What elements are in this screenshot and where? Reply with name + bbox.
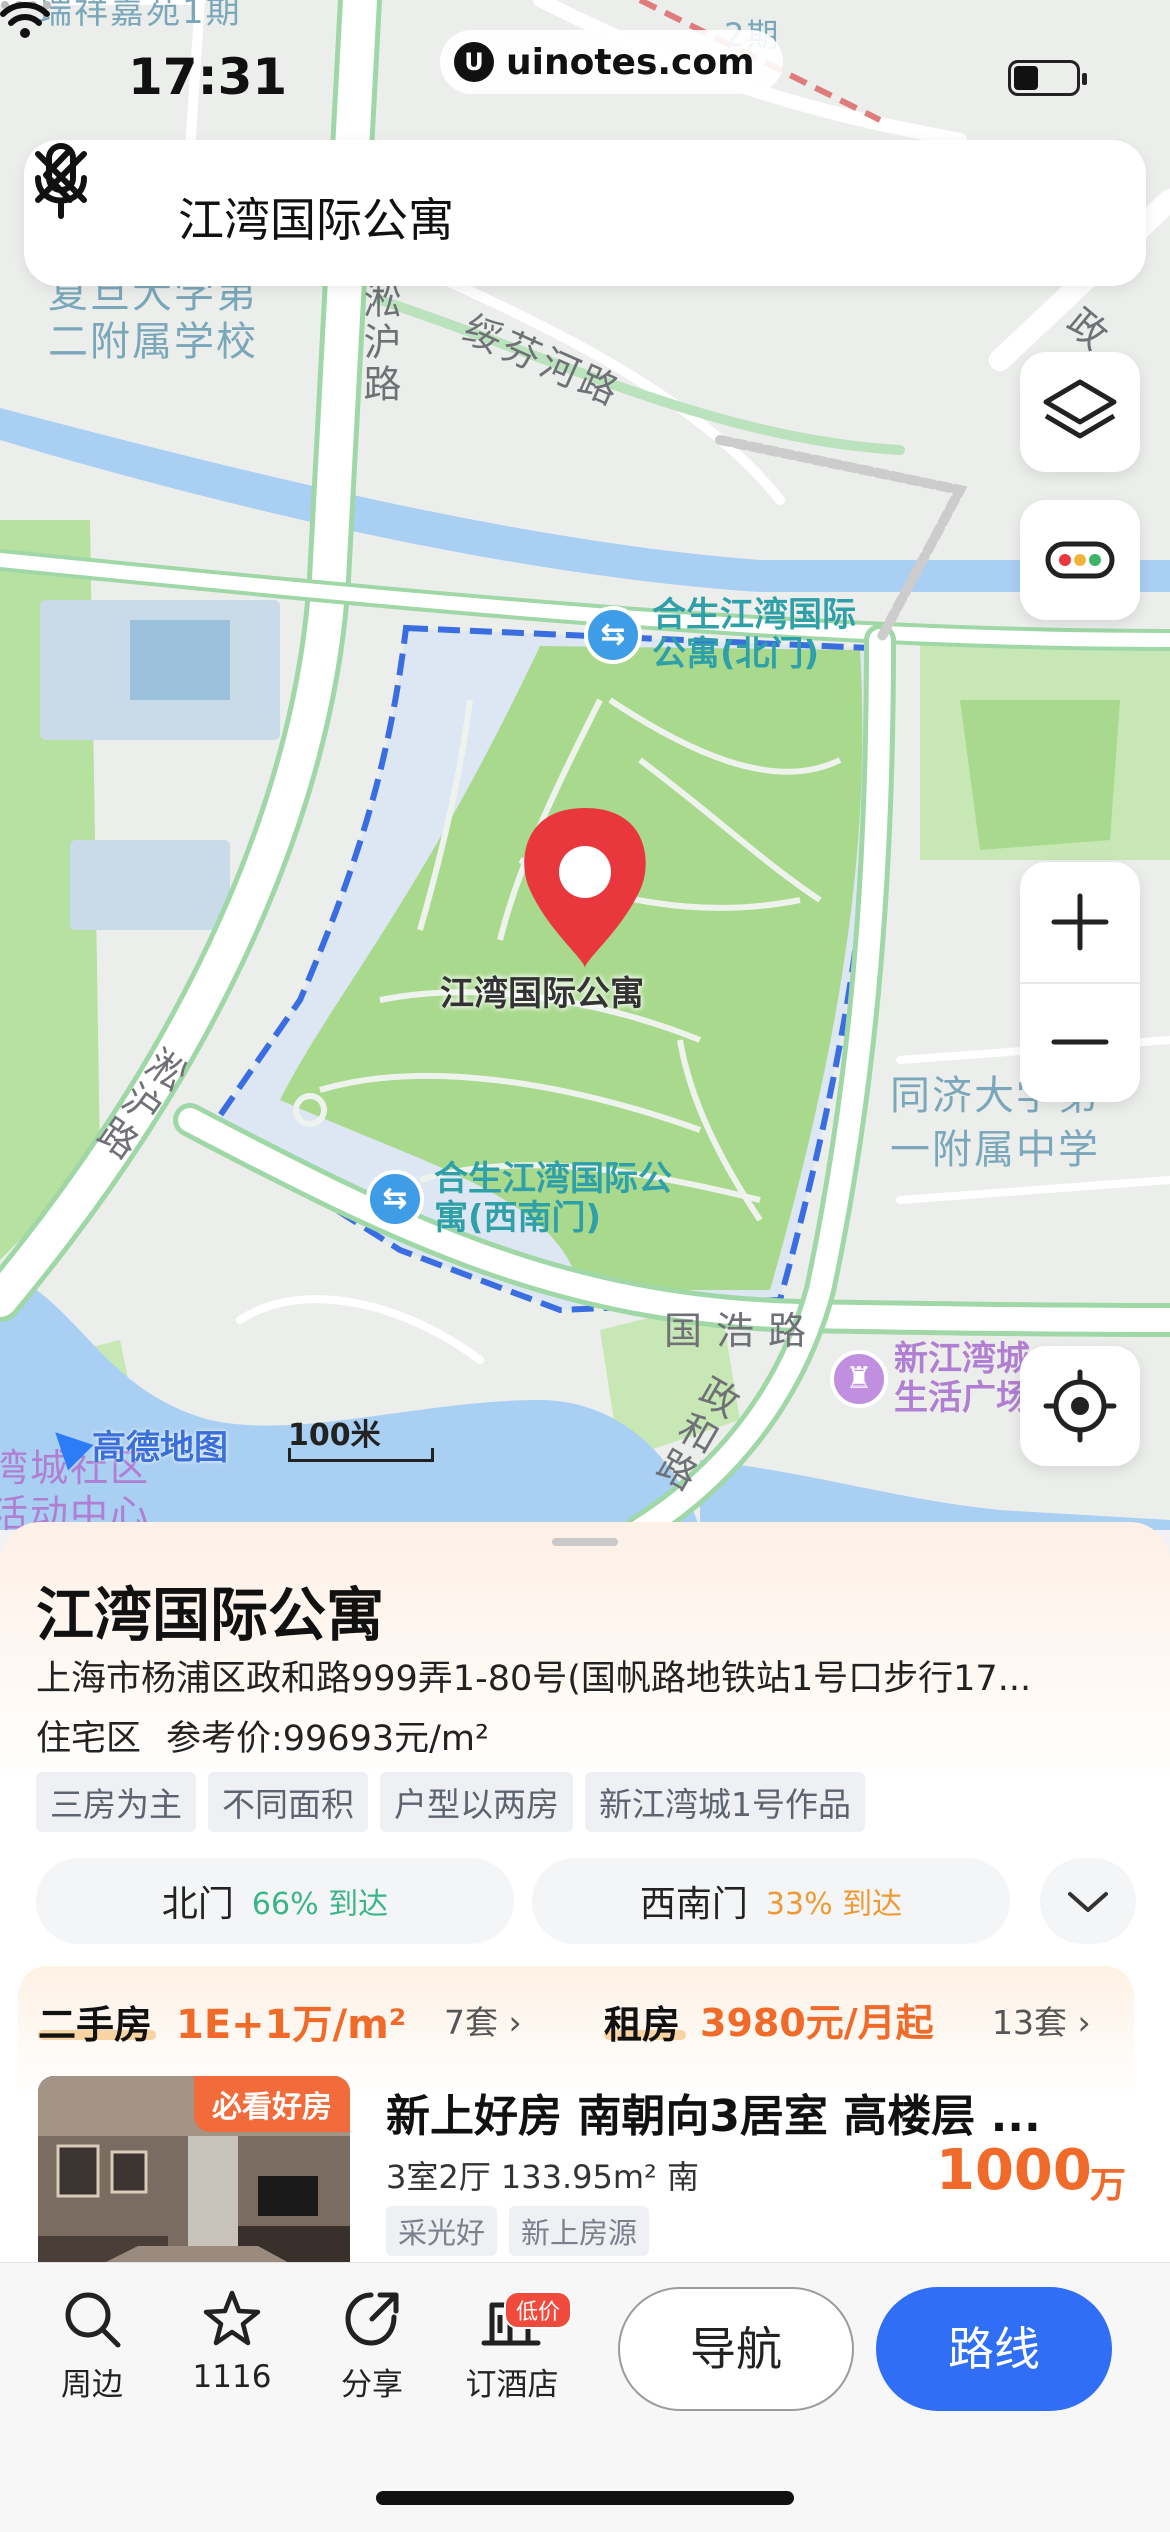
plus-icon — [1051, 893, 1109, 951]
poi-north-gate[interactable]: 合生江湾国际 公寓(北门) — [652, 595, 856, 675]
gate-southwest-button[interactable]: 西南门 33% 到达 — [532, 1858, 1010, 1944]
nearby-button[interactable]: 周边 — [32, 2287, 152, 2404]
map-label-tongji-2: 一附属中学 — [890, 1127, 1100, 1173]
gate-north-button[interactable]: 北门 66% 到达 — [36, 1858, 514, 1944]
listing-tags: 采光好 新上房源 — [386, 2206, 650, 2256]
traffic-button[interactable] — [1020, 500, 1140, 620]
place-address[interactable]: 上海市杨浦区政和路999弄1-80号(国帆路地铁站1号口步行17... — [36, 1650, 1136, 1701]
chevron-down-icon — [1068, 1892, 1108, 1912]
place-detail-sheet[interactable]: 江湾国际公寓 上海市杨浦区政和路999弄1-80号(国帆路地铁站1号口步行17.… — [0, 1522, 1170, 2262]
star-icon — [203, 2290, 261, 2346]
map-logo: 高德地图 — [42, 1419, 228, 1470]
gate-percent: 66% 到达 — [251, 1887, 389, 1922]
home-indicator[interactable] — [376, 2491, 794, 2505]
listing-tag: 新上房源 — [509, 2206, 650, 2256]
chevron-right-icon: › — [508, 2003, 522, 2042]
status-time: 17:31 — [128, 48, 288, 106]
pin-label: 江湾国际公寓 — [440, 974, 644, 1014]
shopping-bag-icon[interactable]: ♜ — [830, 1350, 888, 1408]
map-label-top: 瑞祥嘉苑1期 — [38, 0, 242, 32]
listing-price: 1000 — [936, 2138, 1092, 2203]
place-tags: 三房为主 不同面积 户型以两房 新江湾城1号作品 — [36, 1772, 865, 1832]
close-icon[interactable] — [24, 140, 98, 214]
wifi-icon — [0, 2, 50, 38]
zoom-control — [1020, 862, 1140, 1102]
map-scale-bar — [288, 1448, 434, 1462]
search-query[interactable]: 江湾国际公寓 — [178, 184, 454, 250]
listing-tag: 采光好 — [386, 2206, 498, 2256]
zoom-out-button[interactable] — [1020, 982, 1140, 1102]
layers-button[interactable] — [1020, 352, 1140, 472]
share-icon — [345, 2292, 399, 2346]
listing-badge: 必看好房 — [194, 2076, 350, 2132]
gate-name: 西南门 — [639, 1884, 748, 1925]
second-hand-label[interactable]: 二手房 — [38, 1994, 152, 2049]
map-view[interactable]: 瑞祥嘉苑1期 2期 复旦大学第 二附属学校 同济大学第 一附属中学 湾城社区 活… — [0, 0, 1170, 1530]
place-type: 住宅区 — [36, 1719, 142, 1759]
nearby-label: 周边 — [61, 2367, 123, 2403]
uinotes-logo-icon: U — [454, 42, 494, 82]
url-text: uinotes.com — [506, 41, 755, 83]
gate-expand-button[interactable] — [1040, 1858, 1136, 1944]
search-bar[interactable]: 江湾国际公寓 — [24, 140, 1146, 286]
poi-southwest-gate-line1: 合生江湾国际公 — [434, 1159, 672, 1199]
road-label-guohao: 国浩路 — [664, 1309, 821, 1353]
map-label-fudan-2: 二附属学校 — [48, 319, 258, 365]
listing-title[interactable]: 新上好房 南朝向3居室 高楼层 ... — [386, 2080, 1116, 2144]
search-icon — [65, 2292, 121, 2348]
url-pill: U uinotes.com — [440, 30, 783, 94]
second-hand-price: 1E+1万/m² — [176, 2002, 407, 2048]
poi-plaza-line1: 新江湾城 — [894, 1339, 1030, 1379]
place-tag: 新江湾城1号作品 — [585, 1772, 865, 1832]
gate-name: 北门 — [161, 1884, 234, 1925]
chevron-right-icon: › — [1077, 2003, 1091, 2042]
share-label: 分享 — [341, 2367, 403, 2403]
rent-count[interactable]: 13套 › — [992, 1996, 1091, 2044]
metro-gate-icon[interactable]: ⇆ — [584, 606, 642, 664]
place-tag: 户型以两房 — [380, 1772, 573, 1832]
listing-spec: 3室2厅 133.95m² 南 — [386, 2158, 700, 2196]
bottom-action-bar: 周边 1116 分享 订酒店 低价 导航 路线 — [0, 2262, 1170, 2532]
locate-button[interactable] — [1020, 1346, 1140, 1466]
gate-list: 北门 66% 到达 西南门 33% 到达 — [36, 1858, 1010, 1944]
listing-price-unit: 万 — [1090, 2165, 1127, 2206]
battery-icon — [1008, 60, 1087, 96]
zoom-in-button[interactable] — [1020, 862, 1140, 982]
sheet-drag-handle[interactable] — [552, 1538, 618, 1546]
road-label-songhu-top: 淞沪路 — [357, 280, 401, 406]
poi-southwest-gate[interactable]: 合生江湾国际公 寓(西南门) — [434, 1159, 672, 1239]
hotel-low-price-badge: 低价 — [504, 2291, 573, 2329]
favorite-count: 1116 — [192, 2359, 272, 2395]
favorite-button[interactable]: 1116 — [172, 2287, 292, 2395]
map-logo-text: 高德地图 — [92, 1428, 228, 1468]
traffic-light-icon — [1045, 541, 1115, 579]
poi-north-gate-line1: 合生江湾国际 — [652, 595, 856, 635]
share-button[interactable]: 分享 — [312, 2287, 432, 2404]
poi-plaza[interactable]: 新江湾城 生活广场 — [894, 1339, 1030, 1419]
metro-gate-icon[interactable]: ⇆ — [366, 1170, 424, 1228]
layers-icon — [1043, 379, 1117, 439]
housing-card[interactable]: 二手房 1E+1万/m² 7套 › 租房 3980元/月起 13套 › 必看好房… — [18, 1966, 1134, 2262]
place-ref-price: 参考价:99693元/m² — [166, 1719, 490, 1759]
gate-percent: 33% 到达 — [765, 1887, 903, 1922]
second-hand-count-text: 7套 — [444, 2003, 498, 2042]
poi-plaza-line2: 生活广场 — [894, 1378, 1030, 1419]
place-tag: 不同面积 — [208, 1772, 368, 1832]
poi-north-gate-line2: 公寓(北门) — [652, 634, 820, 675]
hotel-label: 订酒店 — [465, 2367, 559, 2403]
rent-count-text: 13套 — [992, 2003, 1067, 2042]
poi-southwest-gate-line2: 寓(西南门) — [434, 1198, 602, 1239]
place-title: 江湾国际公寓 — [36, 1581, 385, 1649]
navigate-button[interactable]: 导航 — [618, 2287, 854, 2411]
place-tag: 三房为主 — [36, 1772, 196, 1832]
minus-icon — [1051, 1039, 1109, 1045]
gaode-arrow-icon — [42, 1419, 94, 1470]
second-hand-count[interactable]: 7套 › — [444, 1996, 522, 2044]
route-button[interactable]: 路线 — [876, 2287, 1112, 2411]
listing-photo[interactable]: 必看好房 — [38, 2076, 350, 2262]
rent-price: 3980元/月起 — [700, 2001, 934, 2045]
crosshair-icon — [1043, 1369, 1117, 1443]
rent-label[interactable]: 租房 — [604, 1994, 680, 2049]
